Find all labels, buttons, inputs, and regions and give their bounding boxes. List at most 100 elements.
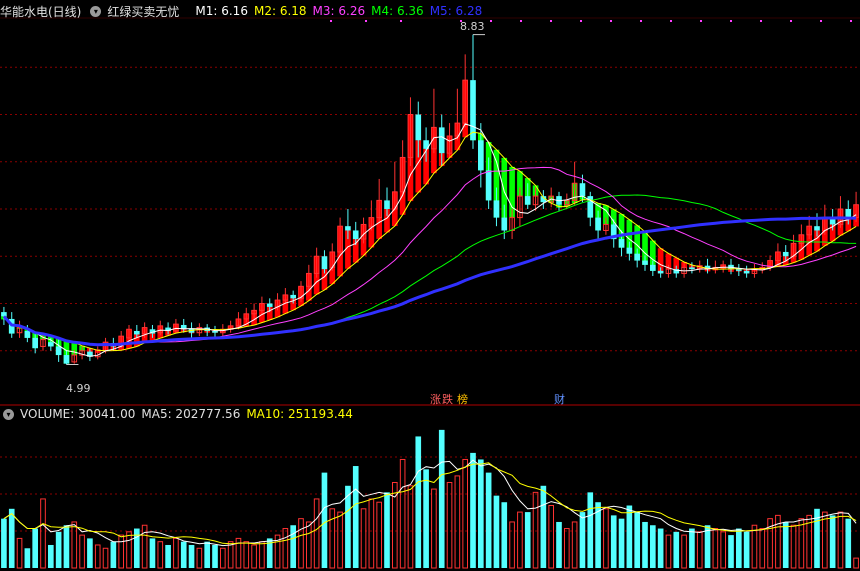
signal-dot [820,20,822,22]
candle-body-down [32,337,38,349]
candle-body-down [290,294,296,299]
candle-body-down [24,330,31,338]
volume-bar-down [110,541,117,568]
volume-bar-down [470,452,476,568]
volume-bar-down [212,544,218,568]
candle-body-down [134,330,140,335]
volume-bar-up [751,524,758,569]
volume-bar-down [650,525,656,568]
volume-bar-up [446,481,453,569]
signal-dot [730,20,732,22]
volume-bar-up [790,524,797,569]
candle-body-down [524,196,531,205]
volume-bar-down [485,472,492,568]
volume-bar-up [126,531,132,569]
volume-bar-down [493,495,500,568]
volume-bar-down [579,512,586,568]
stock-name[interactable]: 华能水电(日线) [0,3,81,20]
volume-bar-down [743,531,750,568]
volume-bar-down [829,515,836,568]
volume-bar-down [618,518,625,568]
indicator-name[interactable]: 红绿买卖无忧 [107,3,179,20]
volume-bar-down [478,459,484,568]
chevron-down-icon[interactable]: ▾ [90,5,102,17]
volume-bar-up [313,498,320,569]
volume-bar-up [798,518,805,569]
signal-dot [700,20,702,22]
candle-body-down [415,114,422,141]
volume-bar-down [24,548,31,568]
volume-bar-up [94,544,101,569]
volume-bar-up [102,547,109,569]
volume-bar-down [540,485,547,568]
volume-bar-up [259,541,265,569]
volume-bar-up [118,534,124,569]
signal-dot [520,20,522,22]
volume-bar-up [368,498,375,569]
volume-bar-down [32,528,38,568]
ma-label-m2: M2: 6.18 [253,4,307,18]
volume-bar-up [40,498,46,569]
volume-bar-down [204,541,210,568]
candle-body-down [384,200,390,209]
volume-bar-up [548,505,554,569]
candle-body-down [650,264,656,271]
volume-bars [1,429,859,569]
volume-bar-down [321,472,328,568]
volume-bar-down [845,518,852,568]
ma-label-m4: M4: 6.36 [371,4,424,18]
volume-bar-up [462,458,468,569]
volume-bar-up [454,475,461,569]
ma-line-m2 [3,131,857,352]
candle-body-down [63,355,70,364]
volume-bar-up [282,528,289,569]
volume-bar-up [532,491,539,569]
volume-bar-up [407,485,414,569]
low-price-label: 4.99 [66,382,91,395]
volume-bar-up [696,531,703,569]
volume-bar-up [227,541,234,569]
stock-chart-canvas[interactable] [0,0,860,571]
candle-body-down [48,342,54,347]
ma-line-m5 [2,216,857,347]
signal-dot [550,20,552,22]
volume-bar-down [55,531,62,568]
volume-ma5-label: MA5: 202777.56 [141,407,241,421]
chevron-down-icon[interactable]: ▾ [3,408,14,420]
tag-die[interactable]: 跌 [442,391,453,407]
volume-bar-down [634,512,640,568]
volume-bar-down [626,505,633,568]
candle-body-down [626,247,633,254]
volume-bar-up [243,541,250,569]
candlestick-series [1,34,859,365]
volume-bar-up [517,511,523,569]
volume-label: VOLUME: 30041.00 [20,407,136,421]
candle-body-down [345,226,351,231]
volume-bar-up [329,508,336,569]
volume-bar-down [134,528,140,568]
signal-dot [490,20,492,22]
volume-bar-down [642,521,648,568]
volume-bar-down [524,512,531,568]
candle-body-down [642,260,648,265]
volume-bar-up [79,534,85,569]
tag-zhang[interactable]: 涨 [430,391,441,407]
candle-body-down [55,346,62,356]
candle-body-down [814,226,820,231]
signal-dot [760,20,762,22]
candle-body-down [485,170,492,201]
candle-body-down [689,267,695,270]
volume-bar-up [399,458,406,569]
signal-dot [610,20,612,22]
tag-cai[interactable]: 财 [554,391,565,407]
volume-bar-down [610,515,617,568]
volume-bar-up [360,508,367,569]
candle-body-down [352,230,359,240]
volume-bar-up [720,531,726,569]
tag-bang[interactable]: 榜 [457,391,468,407]
volume-bar-up [712,528,719,569]
volume-bar-down [501,502,508,568]
volume-bar-up [157,541,164,569]
signal-dot [400,20,402,22]
candle-body-down [1,312,7,317]
